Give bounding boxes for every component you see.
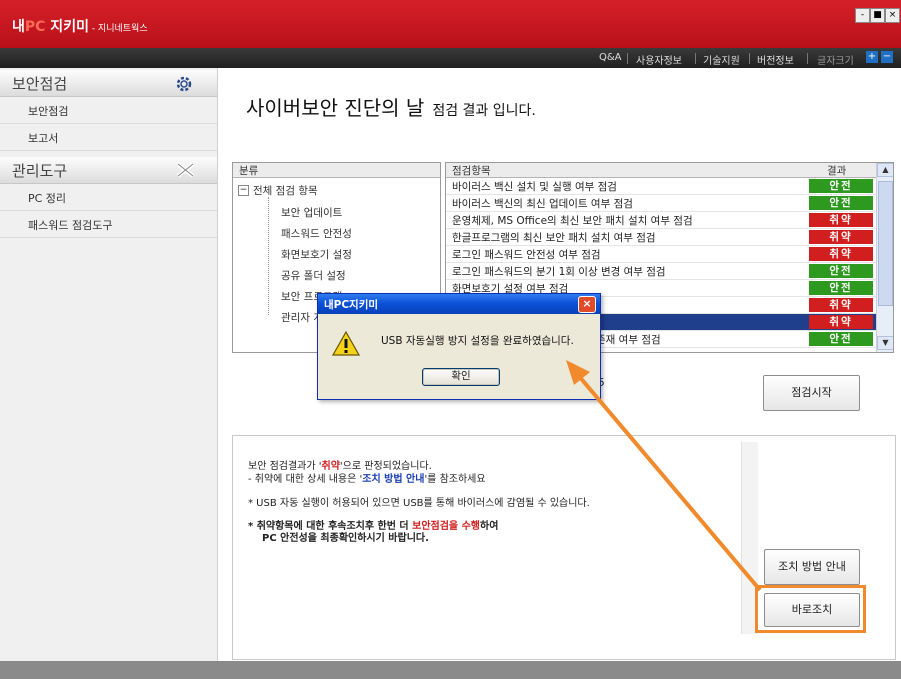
row-item-text: 바이러스 백신의 최신 업데이트 여부 점검 bbox=[452, 198, 633, 210]
menu-separator bbox=[807, 53, 808, 64]
ok-button[interactable]: 확인 bbox=[422, 368, 500, 386]
status-badge: 취약 bbox=[809, 315, 873, 329]
results-scrollbar[interactable]: ▲ ▼ bbox=[876, 163, 893, 352]
table-row[interactable]: 로그인 패스워드의 분기 1회 이상 변경 여부 점검 안전 bbox=[446, 263, 876, 280]
menu-user-info[interactable]: 사용자정보 bbox=[636, 52, 682, 67]
gear-icon bbox=[176, 76, 192, 92]
tree-item-shared-folder[interactable]: 공유 폴더 설정 bbox=[281, 268, 346, 283]
info-line-confirm: PC 안전성을 최종확인하시기 바랍니다. bbox=[262, 533, 429, 544]
column-header-result: 결과 bbox=[827, 165, 847, 177]
warning-icon bbox=[332, 331, 360, 356]
app-title: 내PC 지키미 - 지니네트웍스 bbox=[12, 19, 148, 35]
status-badge: 안전 bbox=[809, 332, 873, 346]
scroll-thumb[interactable] bbox=[878, 181, 893, 306]
table-row[interactable]: 바이러스 백신의 최신 업데이트 여부 점검 안전 bbox=[446, 195, 876, 212]
sidebar-item-label: 패스워드 점검도구 bbox=[28, 219, 113, 232]
status-badge: 취약 bbox=[809, 247, 873, 261]
menu-separator bbox=[627, 53, 628, 64]
tree-header bbox=[233, 163, 440, 178]
menu-font-size: 글자크기 bbox=[817, 56, 854, 67]
table-row[interactable]: 한글프로그램의 최신 보안 패치 설치 여부 점검 취약 bbox=[446, 229, 876, 246]
tree-item-screensaver[interactable]: 화면보호기 설정 bbox=[281, 247, 352, 262]
status-badge: 안전 bbox=[809, 281, 873, 295]
font-decrease-button[interactable]: − bbox=[881, 51, 893, 63]
row-item-text: 한글프로그램의 최신 보안 패치 설치 여부 점검 bbox=[452, 232, 656, 244]
scroll-down-button[interactable]: ▼ bbox=[877, 336, 893, 350]
row-item-text: 존재 여부 점검 bbox=[596, 334, 661, 346]
status-badge: 안전 bbox=[809, 196, 873, 210]
maximize-button[interactable]: ■ bbox=[870, 8, 885, 23]
menu-separator bbox=[695, 53, 696, 64]
font-increase-button[interactable]: + bbox=[866, 51, 878, 63]
dialog-title: 내PC지키미 bbox=[324, 299, 379, 311]
row-item-text: 로그인 패스워드 안전성 여부 점검 bbox=[452, 249, 601, 261]
row-item-text: 운영체제, MS Office의 최신 보안 패치 설치 여부 점검 bbox=[452, 215, 693, 227]
menu-version-info[interactable]: 버전정보 bbox=[757, 52, 794, 67]
tree-line bbox=[268, 197, 270, 315]
fix-guide-button[interactable]: 조치 방법 안내 bbox=[764, 549, 860, 585]
menu-tech-support[interactable]: 기술지원 bbox=[703, 52, 740, 67]
tree-collapse-toggle[interactable]: − bbox=[238, 185, 249, 196]
tree-root[interactable]: 전체 점검 항목 bbox=[253, 183, 318, 198]
row-item-text: 바이러스 백신 설치 및 실행 여부 점검 bbox=[452, 181, 617, 193]
bottom-bar bbox=[0, 661, 901, 679]
info-line-guide: - 취약에 대한 상세 내용은 '조치 방법 안내'를 참조하세요 bbox=[248, 474, 486, 485]
status-badge: 안전 bbox=[809, 179, 873, 193]
start-check-button[interactable]: 점검시작 bbox=[763, 375, 860, 411]
row-item-text: 로그인 패스워드의 분기 1회 이상 변경 여부 점검 bbox=[452, 266, 666, 278]
sidebar-section-label: 관리도구 bbox=[12, 162, 68, 180]
dialog-close-button[interactable]: × bbox=[578, 296, 596, 313]
minimize-button[interactable]: - bbox=[855, 8, 870, 23]
menu-separator bbox=[749, 53, 750, 64]
scroll-up-button[interactable]: ▲ bbox=[877, 163, 893, 177]
tools-icon bbox=[176, 162, 195, 178]
table-row[interactable]: 운영체제, MS Office의 최신 보안 패치 설치 여부 점검 취약 bbox=[446, 212, 876, 229]
status-badge: 취약 bbox=[809, 298, 873, 312]
info-line-usb: * USB 자동 실행이 허용되어 있으면 USB를 통해 바이러스에 감염될 … bbox=[248, 498, 590, 509]
sidebar-item-label: 보안점검 bbox=[28, 105, 69, 118]
page-title: 사이버보안 진단의 날 점검 결과 입니다. bbox=[246, 96, 536, 120]
table-row[interactable]: 로그인 패스워드 안전성 여부 점검 취약 bbox=[446, 246, 876, 263]
alert-dialog: 내PC지키미 × USB 자동실행 방지 설정을 완료하였습니다. 확인 bbox=[317, 293, 601, 400]
status-badge: 안전 bbox=[809, 264, 873, 278]
dialog-message: USB 자동실행 방지 설정을 완료하였습니다. bbox=[381, 335, 574, 347]
fix-now-button[interactable]: 바로조치 bbox=[764, 593, 860, 627]
table-row[interactable]: 바이러스 백신 설치 및 실행 여부 점검 안전 bbox=[446, 178, 876, 195]
close-button[interactable]: × bbox=[885, 8, 900, 23]
tree-header-label: 분류 bbox=[239, 165, 259, 177]
column-header-item: 점검항목 bbox=[452, 165, 491, 177]
status-badge: 취약 bbox=[809, 230, 873, 244]
sidebar-item-label: 보고서 bbox=[28, 132, 59, 145]
tree-item-security-update[interactable]: 보안 업데이트 bbox=[281, 205, 342, 220]
results-header bbox=[446, 163, 893, 178]
sidebar-item-label: PC 정리 bbox=[28, 192, 67, 205]
tree-item-password-safety[interactable]: 패스워드 안전성 bbox=[281, 226, 352, 241]
sidebar-section-label: 보안점검 bbox=[12, 75, 68, 93]
menu-qna[interactable]: Q&A bbox=[599, 52, 622, 63]
status-badge: 취약 bbox=[809, 213, 873, 227]
